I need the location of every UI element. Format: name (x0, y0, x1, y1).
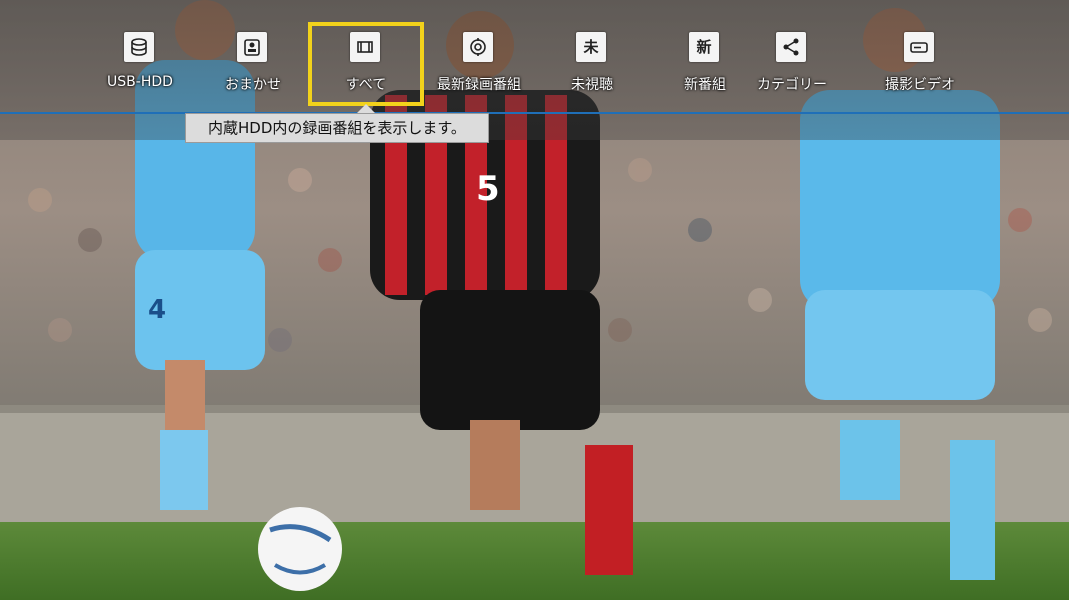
menu-item-label: 最新録画番組 (437, 77, 521, 93)
menu-item-label: カテゴリー (757, 77, 827, 93)
category-icon (776, 32, 806, 62)
menu-item-category[interactable]: カテゴリー (734, 22, 850, 106)
recording-category-menu: USB-HDD おまかせ すべて 最新録画番組 未 未視聴 新 新番組 カテゴリ… (0, 0, 1069, 112)
menu-item-all[interactable]: すべて (308, 22, 424, 106)
svg-text:4: 4 (148, 295, 166, 325)
menu-item-usb-hdd[interactable]: USB-HDD (82, 22, 198, 106)
tooltip-text: 内蔵HDD内の録画番組を表示します。 (185, 113, 489, 143)
menu-item-label: 未視聴 (571, 77, 613, 93)
menu-item-camera-video[interactable]: 撮影ビデオ (862, 22, 978, 106)
menu-divider-line (0, 112, 1069, 114)
menu-item-unwatched[interactable]: 未 未視聴 (534, 22, 650, 106)
menu-item-latest-recordings[interactable]: 最新録画番組 (421, 22, 537, 106)
tooltip-pointer (357, 104, 375, 113)
svg-text:5: 5 (476, 169, 500, 209)
description-tooltip: 内蔵HDD内の録画番組を表示します。 (185, 104, 489, 143)
omakase-icon (237, 32, 267, 62)
latest-recording-icon (463, 32, 493, 62)
new-program-icon: 新 (689, 32, 719, 62)
menu-item-label: USB-HDD (107, 74, 173, 90)
usb-hdd-icon (124, 32, 154, 62)
menu-item-label: おまかせ (225, 77, 281, 93)
unwatched-icon: 未 (576, 32, 606, 62)
menu-item-label: すべて (345, 77, 387, 93)
menu-item-label: 撮影ビデオ (885, 77, 955, 93)
menu-item-omakase[interactable]: おまかせ (195, 22, 311, 106)
camera-video-icon (904, 32, 934, 62)
all-recordings-icon (350, 32, 380, 62)
